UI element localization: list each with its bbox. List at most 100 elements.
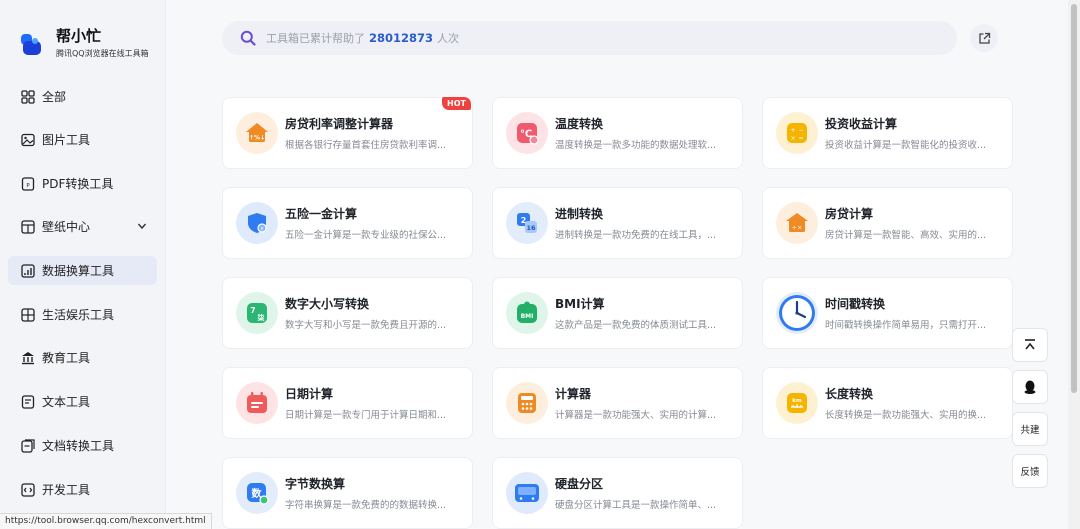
- brand[interactable]: 帮小忙 腾讯QQ浏览器在线工具箱: [20, 28, 149, 59]
- tool-card[interactable]: 7 柒数字大小写转换 数字大写和小写是一款免费且开源的...: [222, 277, 473, 349]
- tool-card-title: 数字大小写转换: [285, 297, 370, 311]
- sidebar-item-label: 数据换算工具: [42, 264, 115, 278]
- tool-card[interactable]: ℃ 温度转换 温度转换是一款多功能的数据处理软...: [492, 97, 743, 169]
- tool-card-title: 房贷计算: [825, 207, 874, 221]
- qq-button[interactable]: [1012, 370, 1048, 404]
- tool-card[interactable]: + − × = 投资收益计算投资收益计算是一款智能化的投资收...: [762, 97, 1013, 169]
- sidebar-item-8[interactable]: 文档转换工具: [8, 431, 157, 460]
- tool-card[interactable]: 2 16 进制转换 进制转换是一款功免费的在线工具，...: [492, 187, 743, 259]
- sidebar-item-4[interactable]: 数据换算工具: [8, 256, 157, 285]
- sidebar-item-label: 文本工具: [42, 395, 91, 409]
- back-to-top-icon: [1023, 338, 1037, 352]
- sidebar-item-6[interactable]: 教育工具: [8, 343, 157, 372]
- tool-card-title: 投资收益计算: [825, 117, 898, 131]
- tool-card-description: 时间戳转换操作简单易用，只需打开...: [825, 320, 987, 331]
- cobuild-button[interactable]: 共建: [1012, 412, 1048, 446]
- sidebar-item-label: 开发工具: [42, 483, 91, 497]
- tool-card-description: 根据各银行存量首套住房贷款利率调...: [285, 140, 447, 151]
- sidebar-item-label: 文档转换工具: [42, 439, 115, 453]
- tool-card-title: 长度转换: [825, 387, 874, 401]
- sidebar-item-label: 教育工具: [42, 351, 91, 365]
- tool-card-title: 硬盘分区: [555, 477, 604, 491]
- tool-card-description: 进制转换是一款功免费的在线工具，...: [555, 230, 717, 241]
- tool-card[interactable]: 硬盘分区硬盘分区计算工具是一款操作简单、...: [492, 457, 743, 529]
- tool-card-description: 温度转换是一款多功能的数据处理软...: [555, 140, 717, 151]
- sidebar-item-label: 全部: [42, 90, 67, 104]
- investment-icon: + − × =: [776, 112, 818, 154]
- shield-icon: ¥: [236, 202, 278, 244]
- search-count: 28012873: [369, 31, 434, 45]
- tool-card-title: 时间戳转换: [825, 297, 886, 311]
- svg-text:¥: ¥: [260, 227, 264, 233]
- sidebar-item-label: 生活娱乐工具: [42, 308, 115, 322]
- brand-name: 帮小忙: [56, 27, 102, 45]
- feedback-button[interactable]: 反馈: [1012, 454, 1048, 488]
- tool-card[interactable]: ↑%↓ 房贷利率调整计算器 根据各银行存量首套住房贷款利率调... HOT: [222, 97, 473, 169]
- svg-text:P: P: [26, 183, 30, 189]
- status-url: https://tool.browser.qq.com/hexconvert.h…: [0, 513, 212, 529]
- scrollbar-thumb[interactable]: [1071, 4, 1077, 393]
- tool-card-title: 五险一金计算: [285, 207, 358, 221]
- tool-card-title: 温度转换: [555, 117, 604, 131]
- svg-text:=: =: [798, 135, 803, 142]
- clock-icon: [776, 292, 818, 334]
- tool-card-description: 计算器是一款功能强大、实用的计算...: [555, 410, 717, 421]
- sidebar-item-0[interactable]: 全部: [8, 82, 157, 111]
- tool-card[interactable]: 数字节数换算字符串换算是一款免费的的数据转换...: [222, 457, 473, 529]
- share-button[interactable]: [970, 24, 998, 52]
- sidebar-item-label: 图片工具: [42, 133, 91, 147]
- tool-card[interactable]: BMI BMI计算 这款产品是一款免费的体质测试工具...: [492, 277, 743, 349]
- qq-icon: [1023, 379, 1037, 395]
- tool-card-description: 长度转换是一款功能强大、实用的换...: [825, 410, 987, 421]
- svg-text:柒: 柒: [257, 313, 266, 322]
- sidebar-item-2[interactable]: P PDF转换工具: [8, 169, 157, 198]
- tool-card[interactable]: 日期计算 日期计算是一款专门用于计算日期和...: [222, 367, 473, 439]
- svg-text:+×: +×: [792, 224, 803, 232]
- share-icon: [978, 32, 991, 45]
- brand-subtitle: 腾讯QQ浏览器在线工具箱: [56, 49, 149, 58]
- number-case-icon: 7柒: [236, 292, 278, 334]
- tool-card-description: 日期计算是一款专门用于计算日期和...: [285, 410, 447, 421]
- tool-card[interactable]: 计算器 计算器是一款功能强大、实用的计算...: [492, 367, 743, 439]
- document-icon: [21, 438, 35, 453]
- svg-text:+: +: [790, 127, 795, 134]
- tool-card-description: 五险一金计算是一款专业级的社保公...: [285, 230, 447, 241]
- hot-badge: HOT: [442, 97, 471, 110]
- house-rate-icon: ↑%↓: [236, 112, 278, 154]
- sidebar: 帮小忙 腾讯QQ浏览器在线工具箱 全部图片工具 P PDF转换工具 壁纸中心数据换算工…: [0, 0, 166, 529]
- svg-text:−: −: [798, 127, 803, 134]
- scrollbar[interactable]: [1068, 0, 1080, 529]
- svg-text:km: km: [792, 398, 802, 404]
- tool-card-description: 硬盘分区计算工具是一款操作简单、...: [555, 500, 717, 511]
- disk-icon: [506, 472, 548, 514]
- tool-card-description: 这款产品是一款免费的体质测试工具...: [555, 320, 717, 331]
- svg-text:↑%↓: ↑%↓: [249, 135, 265, 142]
- mortgage-icon: +×: [776, 202, 818, 244]
- sidebar-item-3[interactable]: 壁纸中心: [8, 212, 157, 241]
- data-icon: [21, 263, 35, 278]
- sidebar-item-label: PDF转换工具: [42, 177, 114, 191]
- tool-card[interactable]: ¥ 五险一金计算五险一金计算是一款专业级的社保公...: [222, 187, 473, 259]
- svg-text:×: ×: [790, 135, 795, 142]
- back-to-top-button[interactable]: [1012, 328, 1048, 362]
- education-icon: [21, 351, 35, 365]
- sidebar-item-1[interactable]: 图片工具: [8, 125, 157, 154]
- tool-card[interactable]: km 长度转换长度转换是一款功能强大、实用的换...: [762, 367, 1013, 439]
- search-icon: [240, 30, 256, 46]
- sidebar-item-label: 壁纸中心: [42, 220, 91, 234]
- ruler-icon: km: [776, 382, 818, 424]
- tool-card-title: 进制转换: [555, 207, 604, 221]
- tool-card-description: 投资收益计算是一款智能化的投资收...: [825, 140, 987, 151]
- byte-icon: 数: [236, 472, 278, 514]
- tool-card[interactable]: 时间戳转换时间戳转换操作简单易用，只需打开...: [762, 277, 1013, 349]
- tool-card[interactable]: +× 房贷计算 房贷计算是一款智能、高效、实用的...: [762, 187, 1013, 259]
- tool-card-description: 字符串换算是一款免费的的数据转换...: [285, 500, 447, 511]
- search-bar[interactable]: 工具箱已累计帮助了 28012873 人次: [222, 21, 957, 55]
- sidebar-item-9[interactable]: 开发工具: [8, 475, 157, 504]
- search-prefix: 工具箱已累计帮助了: [266, 32, 365, 45]
- sidebar-item-5[interactable]: 生活娱乐工具: [8, 300, 157, 329]
- logo: [20, 32, 42, 56]
- sidebar-item-7[interactable]: 文本工具: [8, 387, 157, 416]
- chevron-down-icon[interactable]: [137, 220, 147, 234]
- tool-card-title: 字节数换算: [285, 477, 346, 491]
